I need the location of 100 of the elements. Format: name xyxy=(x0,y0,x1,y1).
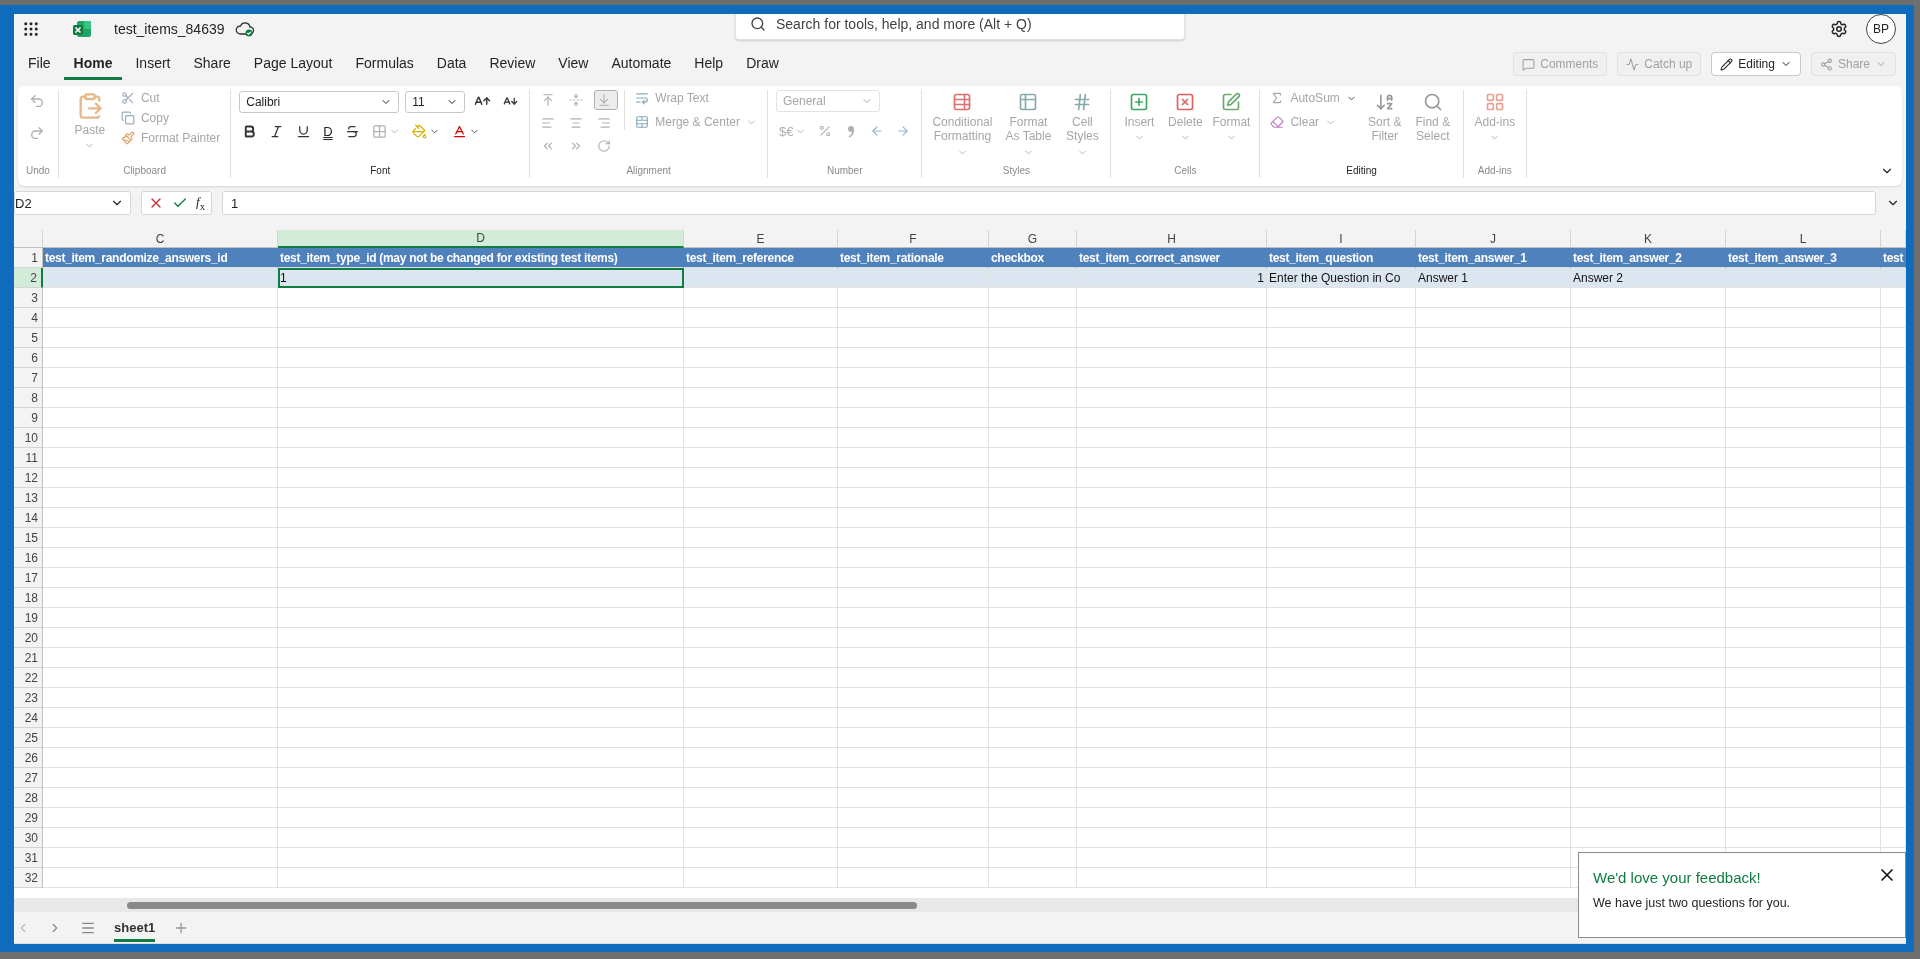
menu-tab[interactable]: Data xyxy=(426,48,477,80)
row-header[interactable]: 14 xyxy=(14,508,43,528)
row-header[interactable]: 16 xyxy=(14,548,43,568)
sheet-tab[interactable]: sheet1 xyxy=(114,913,156,942)
table-cell xyxy=(1881,668,1906,688)
select-all-corner[interactable] xyxy=(14,230,43,248)
menu-tab[interactable]: Help xyxy=(684,48,734,80)
sort-icon xyxy=(1374,92,1395,112)
row-header[interactable]: 2 xyxy=(14,268,43,288)
font-name-dropdown[interactable]: Calibri xyxy=(239,90,400,113)
row-header[interactable]: 5 xyxy=(14,328,43,348)
formula-field[interactable]: 1 xyxy=(222,191,1876,215)
row-header[interactable]: 15 xyxy=(14,528,43,548)
double-underline-button[interactable]: D xyxy=(320,121,336,142)
search-field[interactable]: Search for tools, help, and more (Alt + Q) xyxy=(735,14,1185,40)
group-label: Editing xyxy=(1345,165,1378,178)
row-header[interactable]: 18 xyxy=(14,588,43,608)
table-cell xyxy=(1881,388,1906,408)
menu-tab[interactable]: Page Layout xyxy=(243,48,343,80)
menu-tab[interactable]: File xyxy=(18,48,61,80)
row-header[interactable]: 31 xyxy=(14,848,43,868)
column-header[interactable]: J xyxy=(1416,230,1571,248)
column-header[interactable]: D xyxy=(278,230,684,248)
row-header[interactable]: 6 xyxy=(14,348,43,368)
paint-bucket-icon xyxy=(411,124,427,139)
row-header[interactable]: 3 xyxy=(14,288,43,308)
row-header[interactable]: 11 xyxy=(14,448,43,468)
menu-tab[interactable]: View xyxy=(548,48,599,80)
wrap-text-icon xyxy=(635,91,650,105)
header-cell: test_item_randomize_answers_id xyxy=(43,248,278,268)
column-header[interactable]: E xyxy=(684,230,838,248)
percent-icon xyxy=(818,124,833,138)
square-plus-icon xyxy=(1129,92,1150,112)
app-launcher-icon[interactable] xyxy=(22,20,40,38)
menu-tab[interactable]: Insert xyxy=(125,48,181,80)
row-header[interactable]: 25 xyxy=(14,728,43,748)
excel-logo-icon xyxy=(72,19,92,39)
menu-tab[interactable]: Automate xyxy=(601,48,682,80)
column-header[interactable]: G xyxy=(989,230,1077,248)
row-header[interactable]: 19 xyxy=(14,608,43,628)
column-header[interactable] xyxy=(1881,230,1906,248)
table-cell xyxy=(1881,628,1906,648)
group-label: Add-ins xyxy=(1476,165,1513,178)
row-header[interactable]: 22 xyxy=(14,668,43,688)
row-header[interactable]: 17 xyxy=(14,568,43,588)
menu-tab[interactable]: Review xyxy=(479,48,546,80)
row-header[interactable]: 29 xyxy=(14,808,43,828)
row-header[interactable]: 21 xyxy=(14,648,43,668)
table-cell xyxy=(1881,528,1906,548)
group-label: Styles xyxy=(1001,165,1032,178)
name-box[interactable]: D2 xyxy=(14,191,131,215)
scissors-icon xyxy=(120,91,135,105)
menu-tab[interactable]: Share xyxy=(183,48,241,80)
italic-icon xyxy=(269,124,285,139)
table-cell: 1 xyxy=(1077,268,1267,288)
column-header[interactable]: I xyxy=(1267,230,1416,248)
row-header[interactable]: 30 xyxy=(14,828,43,848)
bottom-align-icon xyxy=(597,93,612,107)
eraser-icon xyxy=(1270,115,1285,129)
column-header[interactable]: K xyxy=(1571,230,1726,248)
column-header[interactable]: L xyxy=(1726,230,1881,248)
align-right-icon xyxy=(597,116,612,130)
row-header[interactable]: 32 xyxy=(14,868,43,888)
row-header[interactable]: 20 xyxy=(14,628,43,648)
header-cell: test xyxy=(1881,248,1906,268)
row-header[interactable]: 12 xyxy=(14,468,43,488)
merge-icon xyxy=(635,115,650,129)
menu-tab[interactable]: Draw xyxy=(736,48,789,80)
column-header[interactable]: C xyxy=(43,230,278,248)
insert-function-button[interactable]: f$_{x}$ xyxy=(196,194,206,212)
bold-icon xyxy=(242,124,258,139)
font-size-dropdown[interactable]: 11 xyxy=(405,90,466,113)
table-cell: Answer 1 xyxy=(1416,268,1571,288)
row-header[interactable]: 10 xyxy=(14,428,43,448)
row-header[interactable]: 8 xyxy=(14,388,43,408)
row-header[interactable]: 24 xyxy=(14,708,43,728)
table-cell: Enter the Question in Co xyxy=(1267,268,1416,288)
menu-tab[interactable]: Formulas xyxy=(345,48,424,80)
editing-mode-button[interactable]: Editing xyxy=(1711,52,1801,76)
column-header[interactable]: H xyxy=(1077,230,1267,248)
header-cell: test_item_rationale xyxy=(838,248,989,268)
row-header[interactable]: 28 xyxy=(14,788,43,808)
row-header[interactable]: 23 xyxy=(14,688,43,708)
row-header[interactable]: 27 xyxy=(14,768,43,788)
top-align-icon xyxy=(541,93,556,107)
user-avatar[interactable]: BP xyxy=(1866,14,1896,44)
column-header[interactable]: F xyxy=(838,230,989,248)
row-header[interactable]: 13 xyxy=(14,488,43,508)
row-header[interactable]: 26 xyxy=(14,748,43,768)
scrollbar-thumb[interactable] xyxy=(127,901,917,909)
settings-icon[interactable] xyxy=(1830,20,1848,38)
menu-tab[interactable]: Home xyxy=(63,48,123,80)
row-header[interactable]: 1 xyxy=(14,248,43,268)
row-header[interactable]: 4 xyxy=(14,308,43,328)
header-cell: test_item_answer_2 xyxy=(1571,248,1726,268)
table-icon xyxy=(952,92,973,112)
table-cell xyxy=(1881,488,1906,508)
font-color-icon xyxy=(451,124,467,139)
row-header[interactable]: 7 xyxy=(14,368,43,388)
row-header[interactable]: 9 xyxy=(14,408,43,428)
